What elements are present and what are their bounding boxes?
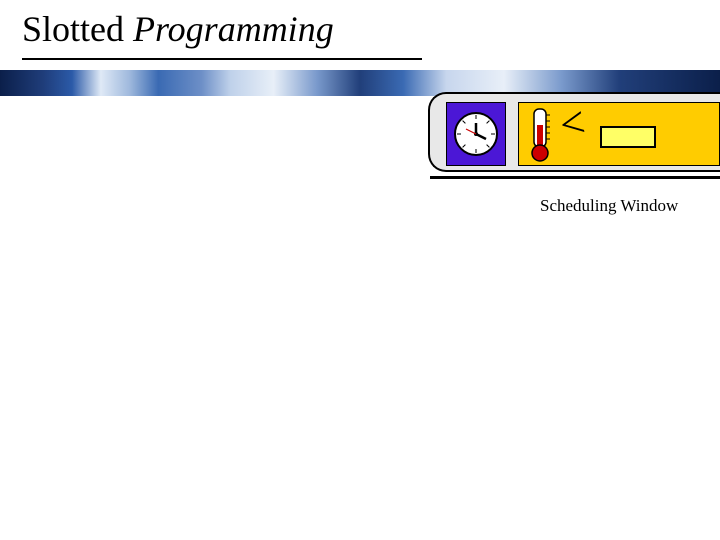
slide: Slotted Programming bbox=[0, 0, 720, 540]
title-word-1: Slotted bbox=[22, 9, 133, 49]
title-word-2: Programming bbox=[133, 9, 334, 49]
result-box bbox=[600, 126, 656, 148]
title-underline bbox=[22, 58, 422, 60]
thermometer-icon bbox=[529, 107, 551, 163]
clock-module bbox=[446, 102, 506, 166]
page-title: Slotted Programming bbox=[22, 8, 334, 50]
scheduling-window-label: Scheduling Window bbox=[540, 196, 678, 216]
panel-baseline bbox=[430, 176, 720, 179]
clock-icon bbox=[453, 111, 499, 157]
